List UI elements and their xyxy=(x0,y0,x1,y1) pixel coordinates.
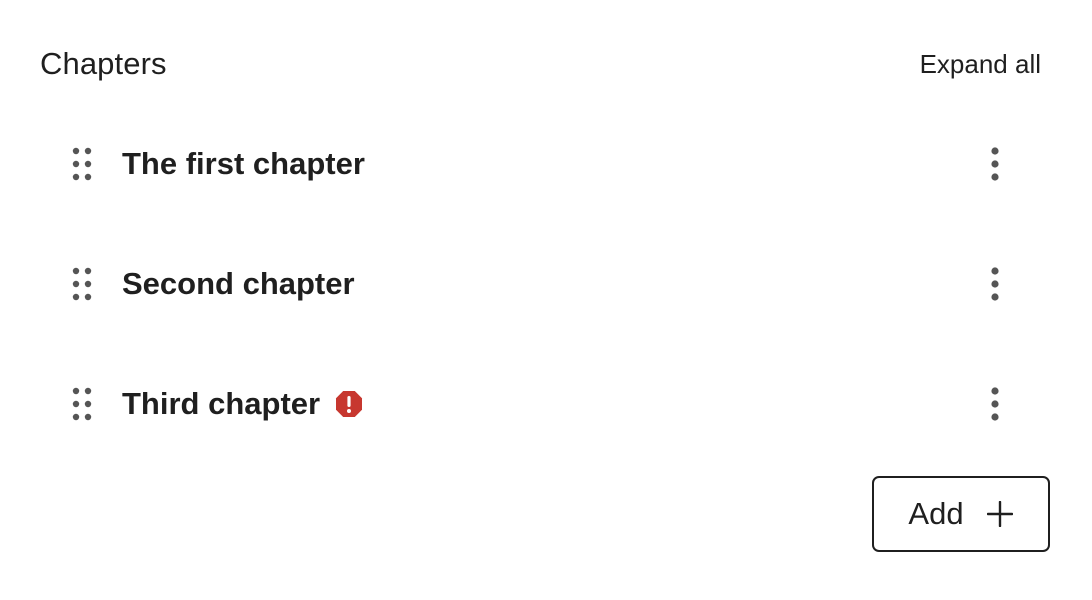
chapter-title[interactable]: The first chapter xyxy=(122,146,365,182)
chapters-header: Chapters Expand all xyxy=(40,40,1041,88)
chapter-title-group: The first chapter xyxy=(122,146,365,182)
chapter-title-group: Third chapter xyxy=(122,386,364,422)
expand-all-button[interactable]: Expand all xyxy=(920,49,1041,80)
error-icon xyxy=(334,389,364,419)
more-options-icon[interactable] xyxy=(978,142,1012,186)
plus-icon xyxy=(986,500,1014,528)
drag-handle-icon[interactable] xyxy=(70,386,94,422)
chapter-title[interactable]: Second chapter xyxy=(122,266,355,302)
more-options-icon[interactable] xyxy=(978,262,1012,306)
add-button-label: Add xyxy=(908,496,964,531)
chapter-row[interactable]: Third chapter xyxy=(0,344,1092,464)
drag-handle-icon[interactable] xyxy=(70,266,94,302)
chapter-title[interactable]: Third chapter xyxy=(122,386,320,422)
more-options-icon[interactable] xyxy=(978,382,1012,426)
add-chapter-button[interactable]: Add xyxy=(872,476,1050,552)
chapter-row[interactable]: The first chapter xyxy=(0,104,1092,224)
page-title: Chapters xyxy=(40,46,167,81)
drag-handle-icon[interactable] xyxy=(70,146,94,182)
chapter-list: The first chapter Second chapter Third c… xyxy=(0,104,1092,464)
chapter-title-group: Second chapter xyxy=(122,266,355,302)
chapter-row[interactable]: Second chapter xyxy=(0,224,1092,344)
